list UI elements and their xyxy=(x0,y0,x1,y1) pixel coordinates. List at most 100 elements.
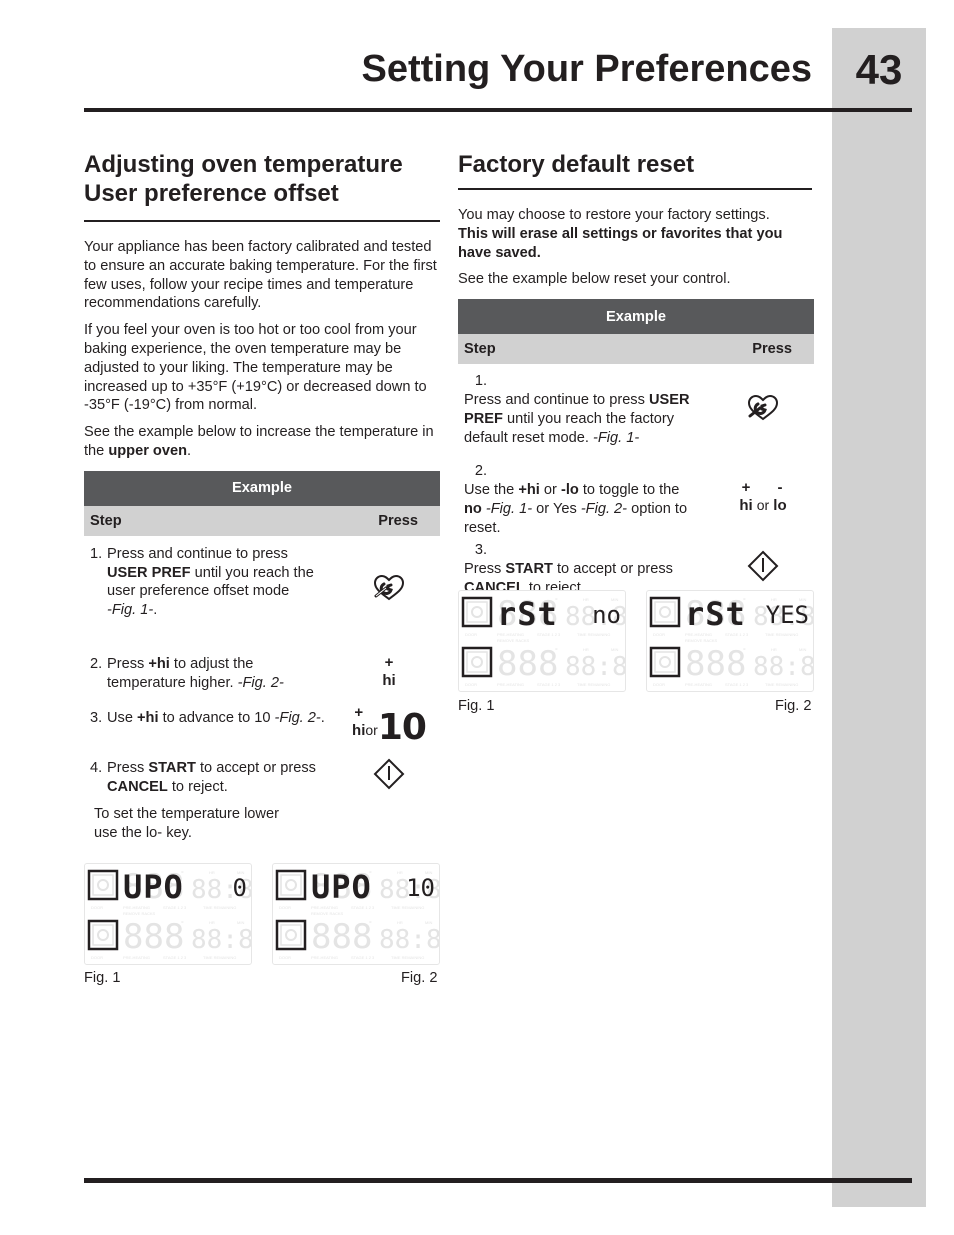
fan-icon xyxy=(471,606,483,618)
example-intro: See the example below to increase the te… xyxy=(84,424,434,459)
oven-icon-inner xyxy=(280,924,302,946)
oven-icon-inner xyxy=(466,651,488,673)
lcd-ghost-temp: 888 xyxy=(311,917,372,957)
user-pref-wrench-heart-icon xyxy=(373,575,405,601)
table-row: 3. Use +hi to advance to 10 -Fig. 2-. + hi… xyxy=(90,703,427,748)
table-row: 2.Use the +hi or -lo to toggle to the no… xyxy=(464,463,787,536)
lcd-stage-label: STAGE 1 2 3 xyxy=(725,682,749,687)
or-label: or xyxy=(756,496,770,513)
fan-icon xyxy=(97,879,109,891)
figure-label: Fig. 2 xyxy=(775,698,812,714)
oven-icon-inner xyxy=(466,601,488,623)
degree-symbol: ° xyxy=(743,647,746,655)
lcd-top-value-text: 10 xyxy=(406,874,435,902)
user-pref-wrench-heart-icon xyxy=(747,395,779,421)
figure-label: Fig. 2 xyxy=(401,970,438,986)
page-number: 43 xyxy=(855,46,903,93)
lcd-top-value-text: YES xyxy=(766,601,809,629)
oven-icon-inner xyxy=(92,874,114,896)
lcd-ghost-time: 88:88 xyxy=(565,652,625,682)
lcd-door-label: DOOR xyxy=(653,682,665,687)
fan-icon xyxy=(97,929,109,941)
column-header-press: Press xyxy=(752,341,792,358)
lcd-top-mode-text: UPO xyxy=(123,868,184,906)
table-row: 3.Press START to accept or press CANCEL … xyxy=(458,537,814,597)
lcd-figure-2: 88888:88 ° HR MIN DOOR PRE-HEATING STAGE 1 2 3… xyxy=(646,590,831,692)
example-table-title: Example xyxy=(231,480,293,497)
table-row: 1.Press and continue to press USER PREF … xyxy=(84,536,440,645)
lcd-hr-label: HR xyxy=(397,920,403,925)
table-row: 4. Press START to accept or press CANCEL … xyxy=(84,753,440,799)
lcd-top-mode-text: rSt xyxy=(497,595,558,633)
lcd-door-label: DOOR xyxy=(91,955,103,960)
lcd-hr-label: HR xyxy=(209,870,215,875)
lcd-door-label: DOOR xyxy=(465,632,477,637)
lcd-preheating-label: PRE-HEATING xyxy=(497,682,524,687)
figure-label: Fig. 1 xyxy=(458,698,495,714)
lcd-remove-racks-label: REMOVE RACKS xyxy=(123,911,156,916)
lcd-ghost-time: 88:88 xyxy=(191,925,251,955)
lcd-ghost-temp: 888 xyxy=(685,644,746,684)
column-header-step: Step xyxy=(464,341,496,358)
lcd-time-remaining-label: TIME REMAINING xyxy=(577,632,610,637)
column-header-press: Press xyxy=(378,512,418,529)
hi-key-icon: + hi xyxy=(739,478,753,514)
section-heading: Adjusting oven temperature User preferen… xyxy=(84,151,403,207)
oven-icon-inner xyxy=(280,874,302,896)
degree-symbol: ° xyxy=(181,920,184,928)
hi-key-icon: + hi xyxy=(382,653,396,689)
lcd-min-label: MIN xyxy=(425,920,432,925)
section-heading: Factory default reset xyxy=(458,151,695,178)
lcd-door-label: DOOR xyxy=(465,682,477,687)
lo-key-icon: - lo xyxy=(773,478,787,514)
column-header-step: Step xyxy=(90,512,122,529)
lcd-hr-label: HR xyxy=(583,597,589,602)
lcd-figure-2: 88888:88 ° HR MIN DOOR PRE-HEATING STAGE 1 2 3… xyxy=(272,863,457,965)
lcd-time-remaining-label: TIME REMAINING xyxy=(391,905,424,910)
page-sidebar-tab xyxy=(832,28,926,1207)
lcd-top-value-text: no xyxy=(592,601,621,629)
lcd-top-value-text: 0 xyxy=(233,874,247,902)
lcd-preheating-label: PRE-HEATING xyxy=(685,682,712,687)
start-diamond-icon xyxy=(747,550,779,581)
lcd-hr-label: HR xyxy=(583,647,589,652)
lcd-door-label: DOOR xyxy=(279,905,291,910)
footer-rule xyxy=(84,1178,912,1183)
lcd-min-label: MIN xyxy=(799,647,806,652)
lower-temp-note: To set the temperature lower use the lo-… xyxy=(94,805,279,841)
lcd-time-remaining-label: TIME REMAINING xyxy=(391,955,424,960)
lcd-stage-label: STAGE 1 2 3 xyxy=(537,682,561,687)
lcd-door-label: DOOR xyxy=(653,632,665,637)
lcd-time-remaining-label: TIME REMAINING xyxy=(765,682,798,687)
hi-key-icon: + hi xyxy=(352,703,366,739)
lcd-time-remaining-label: TIME REMAINING xyxy=(765,632,798,637)
start-diamond-icon xyxy=(373,758,405,790)
or-label: or xyxy=(365,721,378,738)
lcd-door-label: DOOR xyxy=(279,955,291,960)
page-title: Setting Your Preferences xyxy=(361,48,812,90)
fan-icon xyxy=(285,879,297,891)
header-rule xyxy=(84,108,912,112)
lcd-top-mode-text: UPO xyxy=(311,868,372,906)
lcd-preheating-label: PRE-HEATING xyxy=(123,955,150,960)
table-row: 1.Press and continue to press USER PREF … xyxy=(458,364,814,456)
example-table: Example Step Press 1.Press and continue … xyxy=(84,470,440,799)
heading-rule xyxy=(84,220,440,222)
lcd-preheating-label: PRE-HEATING xyxy=(311,955,338,960)
lcd-min-label: MIN xyxy=(237,920,244,925)
fan-icon xyxy=(659,656,671,668)
oven-icon-inner xyxy=(92,924,114,946)
degree-symbol: ° xyxy=(369,920,372,928)
fan-icon xyxy=(659,606,671,618)
example-intro: See the example below reset your control… xyxy=(458,271,731,288)
lcd-stage-label: STAGE 1 2 3 xyxy=(163,955,187,960)
lcd-ghost-temp: 888 xyxy=(123,917,184,957)
lcd-remove-racks-label: REMOVE RACKS xyxy=(685,638,718,643)
lcd-stage-label: STAGE 1 2 3 xyxy=(351,955,375,960)
lcd-figure-1: 88888:88 ° HR MIN DOOR PRE-HEATING STAGE 1 2 3… xyxy=(458,590,643,692)
lcd-hr-label: HR xyxy=(209,920,215,925)
lcd-door-label: DOOR xyxy=(91,905,103,910)
intro-paragraph: You may choose to restore your factory s… xyxy=(458,207,783,261)
lcd-time-remaining-label: TIME REMAINING xyxy=(203,955,236,960)
heading-rule xyxy=(458,188,812,190)
